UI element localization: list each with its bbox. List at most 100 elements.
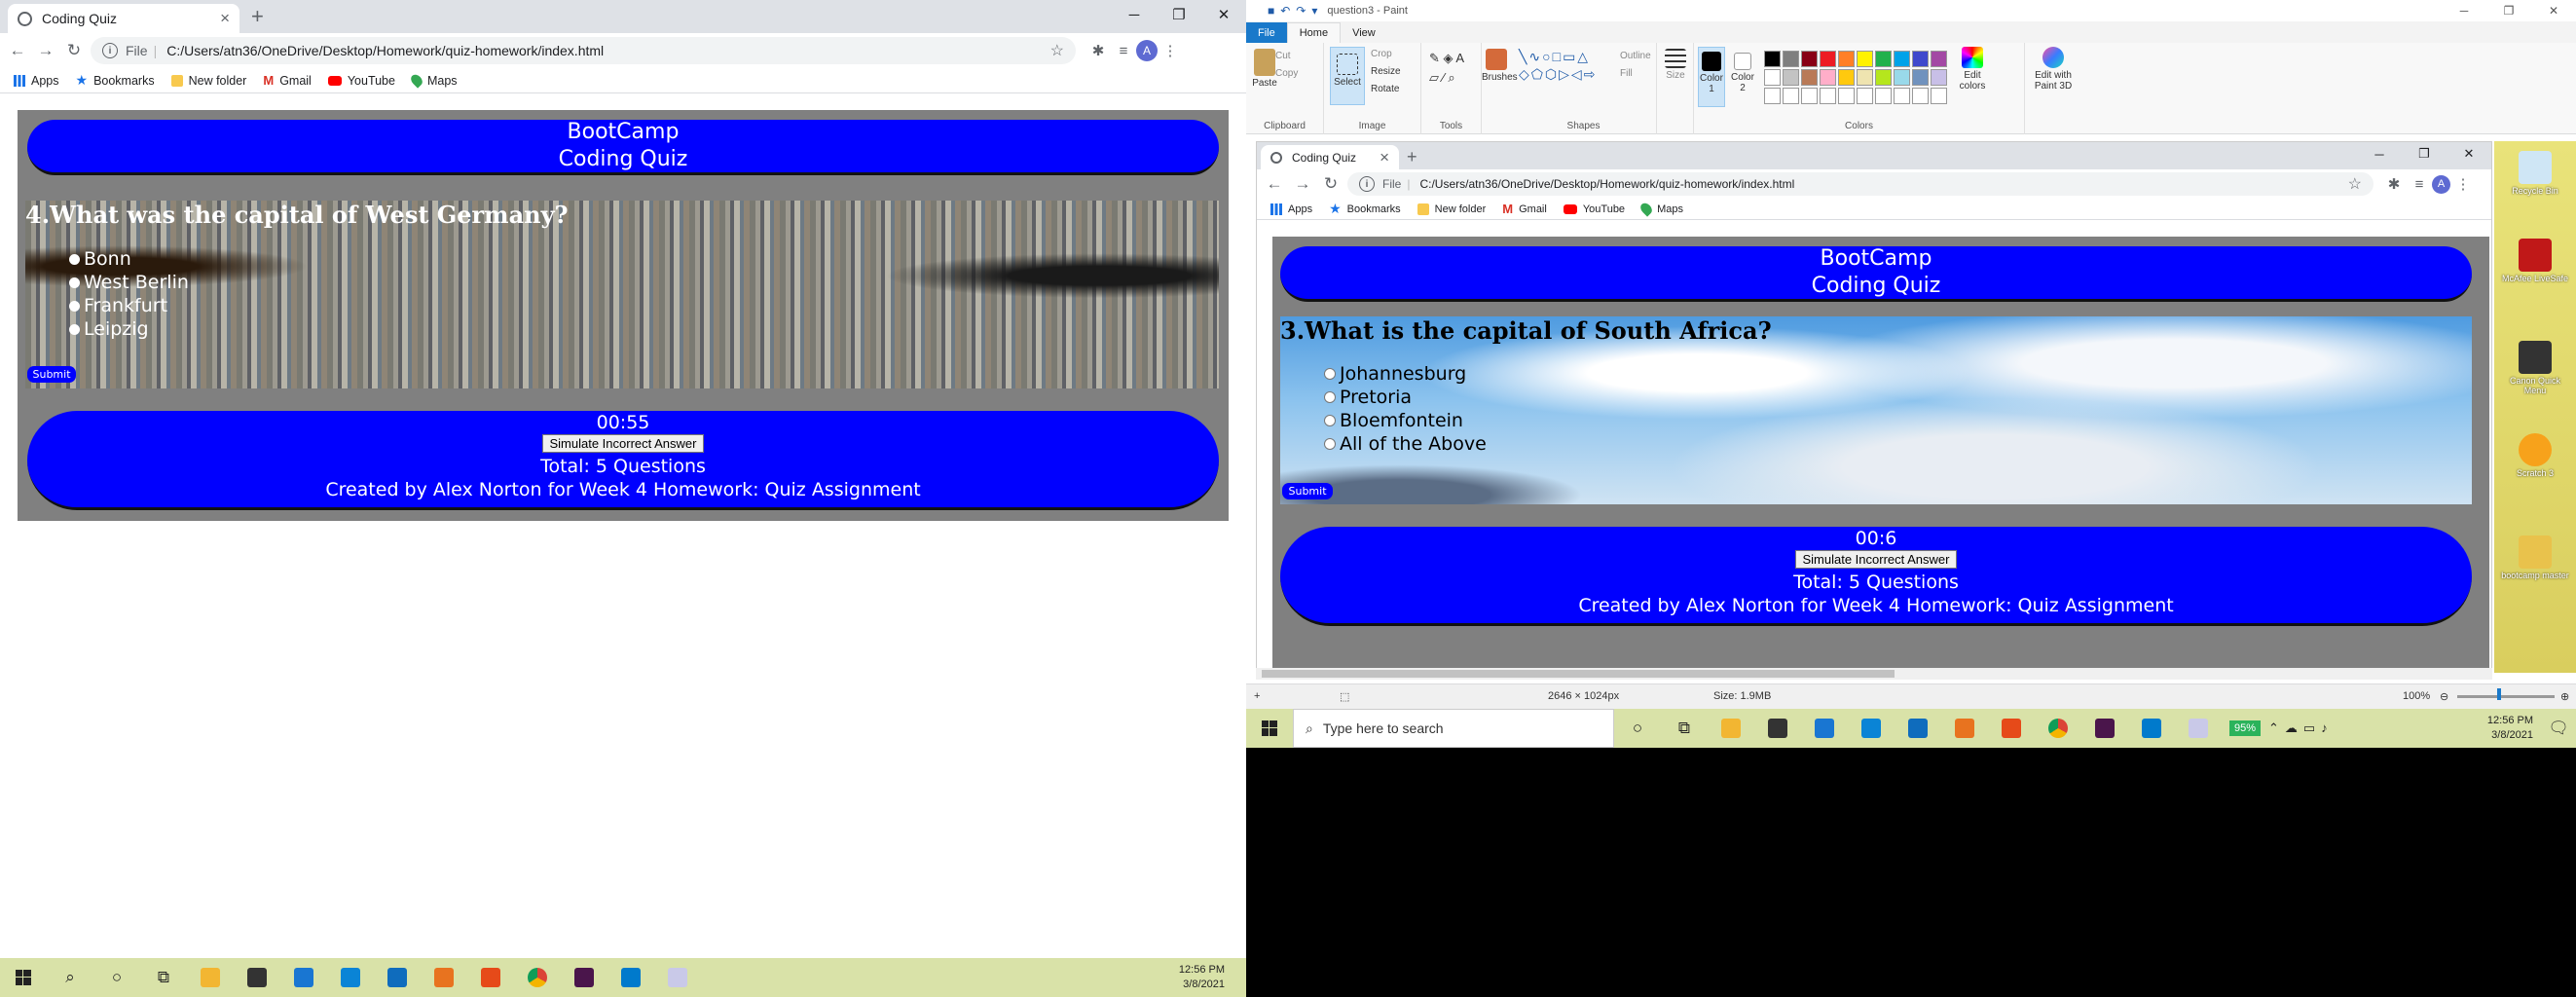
- bookmark-maps[interactable]: Maps: [1638, 201, 1683, 217]
- task-view-icon[interactable]: ⧉: [140, 958, 187, 997]
- restore-icon[interactable]: ❐: [2486, 0, 2531, 21]
- cut-button[interactable]: Cut: [1275, 51, 1291, 61]
- palette-swatch[interactable]: [1931, 69, 1947, 86]
- color1-button[interactable]: Color 1: [1698, 47, 1725, 107]
- lync-icon[interactable]: [1848, 709, 1895, 748]
- palette-swatch[interactable]: [1875, 51, 1892, 67]
- notifications-icon[interactable]: 🗨: [2541, 709, 2576, 748]
- desktop-icon-recycle-bin[interactable]: Recycle Bin: [2500, 151, 2570, 196]
- forward-icon[interactable]: →: [1292, 174, 1313, 194]
- palette-swatch-empty[interactable]: [1838, 88, 1855, 104]
- vscode-icon[interactable]: [607, 958, 654, 997]
- choice-option[interactable]: Bloemfontein: [1324, 410, 1463, 431]
- zoom-in-icon[interactable]: ⊕: [2560, 690, 2569, 703]
- browser-tab[interactable]: Coding Quiz ×: [8, 4, 239, 33]
- tab-view[interactable]: View: [1341, 22, 1387, 43]
- reload-icon[interactable]: ↻: [1320, 174, 1342, 194]
- chrome-icon[interactable]: [2035, 709, 2081, 748]
- extensions-icon[interactable]: ✱: [2381, 175, 2407, 193]
- back-icon[interactable]: ←: [7, 41, 28, 60]
- clock[interactable]: 12:56 PM 3/8/2021: [2487, 714, 2533, 743]
- zoom-slider-thumb[interactable]: [2497, 688, 2501, 700]
- palette-swatch[interactable]: [1764, 51, 1781, 67]
- rotate-button[interactable]: Rotate: [1371, 84, 1399, 94]
- resize-button[interactable]: Resize: [1371, 66, 1401, 77]
- palette-swatch[interactable]: [1912, 51, 1929, 67]
- choice-option[interactable]: West Berlin: [69, 272, 189, 293]
- palette-swatch[interactable]: [1838, 51, 1855, 67]
- powerpoint-icon[interactable]: [421, 958, 467, 997]
- crop-button[interactable]: Crop: [1371, 49, 1392, 59]
- simulate-incorrect-button[interactable]: Simulate Incorrect Answer: [542, 434, 704, 453]
- palette-swatch[interactable]: [1857, 51, 1873, 67]
- desktop-icon-scratch[interactable]: Scratch 3: [2500, 433, 2570, 478]
- address-bar[interactable]: i File | C:/Users/atn36/OneDrive/Desktop…: [1347, 172, 2374, 196]
- choice-option[interactable]: Pretoria: [1324, 387, 1412, 408]
- bookmark-apps[interactable]: Apps: [14, 74, 59, 88]
- palette-swatch[interactable]: [1801, 51, 1818, 67]
- close-tab-icon[interactable]: ×: [220, 9, 230, 28]
- bookmark-new-folder[interactable]: New folder: [170, 74, 246, 88]
- address-url[interactable]: C:/Users/atn36/OneDrive/Desktop/Homework…: [166, 43, 1049, 58]
- battery-indicator[interactable]: 95%: [2229, 720, 2262, 736]
- palette-swatch[interactable]: [1894, 69, 1910, 86]
- bookmark-bookmarks[interactable]: ★ Bookmarks: [1329, 201, 1401, 217]
- desktop-icon-bootcamp[interactable]: bootcamp master: [2500, 535, 2570, 580]
- copy-button[interactable]: Copy: [1275, 68, 1298, 79]
- palette-swatch-empty[interactable]: [1931, 88, 1947, 104]
- submit-button[interactable]: Submit: [1282, 483, 1333, 499]
- new-tab-icon[interactable]: +: [251, 6, 264, 27]
- powerpoint-icon[interactable]: [1941, 709, 1988, 748]
- vscode-icon[interactable]: [2128, 709, 2175, 748]
- paint-icon[interactable]: [654, 958, 701, 997]
- bookmark-gmail[interactable]: M Gmail: [1502, 202, 1547, 216]
- radio-button[interactable]: [69, 300, 80, 312]
- palette-swatch[interactable]: [1931, 51, 1947, 67]
- cortana-icon[interactable]: ○: [1614, 709, 1661, 748]
- search-icon[interactable]: ⌕: [47, 958, 93, 997]
- submit-button[interactable]: Submit: [27, 366, 76, 383]
- tab-file[interactable]: File: [1246, 22, 1287, 43]
- radio-button[interactable]: [69, 277, 80, 288]
- address-url[interactable]: C:/Users/atn36/OneDrive/Desktop/Homework…: [1419, 177, 2347, 191]
- bookmark-maps[interactable]: Maps: [408, 72, 458, 89]
- info-icon[interactable]: i: [1359, 176, 1375, 192]
- extensions-icon[interactable]: ✱: [1086, 42, 1111, 59]
- radio-button[interactable]: [1324, 415, 1336, 426]
- outline-button[interactable]: Outline: [1620, 51, 1651, 61]
- file-explorer-icon[interactable]: [1708, 709, 1754, 748]
- bookmark-new-folder[interactable]: New folder: [1417, 203, 1486, 215]
- slack-icon[interactable]: [561, 958, 607, 997]
- outlook-icon[interactable]: [1895, 709, 1941, 748]
- choice-option[interactable]: Johannesburg: [1324, 363, 1466, 385]
- edit-paint3d-button[interactable]: Edit with Paint 3D: [2029, 47, 2078, 92]
- zoom-slider[interactable]: [2457, 695, 2555, 698]
- reading-list-icon[interactable]: ≡: [1111, 43, 1136, 59]
- restore-icon[interactable]: ❐: [2402, 142, 2447, 166]
- scrollbar-thumb[interactable]: [1262, 670, 1895, 678]
- bookmark-bookmarks[interactable]: ★ Bookmarks: [76, 72, 155, 89]
- palette-swatch-empty[interactable]: [1783, 88, 1799, 104]
- minimize-icon[interactable]: ─: [2357, 142, 2402, 166]
- choice-option[interactable]: Bonn: [69, 248, 131, 270]
- cortana-icon[interactable]: ○: [93, 958, 140, 997]
- palette-swatch[interactable]: [1894, 51, 1910, 67]
- info-icon[interactable]: i: [102, 43, 118, 58]
- palette-swatch[interactable]: [1783, 51, 1799, 67]
- close-window-icon[interactable]: ✕: [2531, 0, 2576, 21]
- choice-option[interactable]: Leipzig: [69, 318, 149, 340]
- close-tab-icon[interactable]: ×: [1380, 148, 1389, 167]
- bookmark-youtube[interactable]: YouTube: [327, 74, 395, 88]
- palette-swatch-empty[interactable]: [1912, 88, 1929, 104]
- slack-icon[interactable]: [2081, 709, 2128, 748]
- zoom-out-icon[interactable]: ⊖: [2440, 690, 2448, 703]
- browser-tab[interactable]: Coding Quiz ×: [1261, 145, 1399, 169]
- minimize-icon[interactable]: ─: [1112, 0, 1157, 29]
- windows-start-icon[interactable]: [0, 958, 47, 997]
- size-button[interactable]: Size: [1659, 49, 1692, 81]
- simulate-incorrect-button[interactable]: Simulate Incorrect Answer: [1795, 550, 1957, 569]
- palette-swatch[interactable]: [1857, 69, 1873, 86]
- radio-button[interactable]: [69, 253, 80, 265]
- mail-icon[interactable]: [280, 958, 327, 997]
- file-explorer-icon[interactable]: [187, 958, 234, 997]
